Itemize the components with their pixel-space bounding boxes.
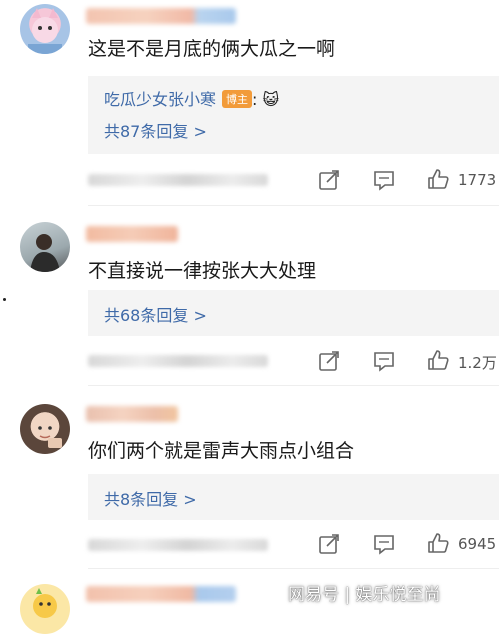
divider: [88, 205, 499, 206]
comment-text: 这是不是月底的俩大瓜之一啊: [88, 38, 336, 60]
watermark: 网易号 | 娱乐悦至尚: [288, 585, 441, 605]
reply-box[interactable]: 吃瓜少女张小寒 博主: 😺 共87条回复 >: [88, 76, 499, 154]
share-icon[interactable]: [318, 169, 340, 191]
divider: [88, 385, 499, 386]
sub-reply-content: : 😺: [252, 90, 280, 109]
avatar-image-icon: [33, 588, 57, 618]
reply-box[interactable]: 共68条回复 >: [88, 290, 499, 336]
reply-count-link[interactable]: 共8条回复 >: [104, 486, 197, 510]
divider: [88, 568, 499, 569]
comment-text: 不直接说一律按张大大处理: [88, 260, 317, 282]
timestamp-location-blurred: [88, 539, 268, 551]
like-icon[interactable]: [427, 532, 449, 554]
reply-box[interactable]: 共8条回复 >: [88, 474, 499, 520]
sub-reply-username[interactable]: 吃瓜少女张小寒: [104, 90, 216, 109]
sub-reply: 吃瓜少女张小寒 博主: 😺: [104, 86, 279, 110]
timestamp-location-blurred: [88, 174, 268, 186]
username-blurred: [86, 586, 236, 602]
stray-dot: [3, 298, 6, 301]
avatar[interactable]: [20, 404, 70, 454]
comment-icon[interactable]: [373, 169, 395, 191]
reply-count-link[interactable]: 共87条回复 >: [104, 118, 207, 142]
avatar-image-icon: [28, 8, 62, 54]
username-blurred: [86, 226, 178, 242]
comment-icon[interactable]: [373, 533, 395, 555]
avatar[interactable]: [20, 222, 70, 272]
avatar-image-icon: [38, 426, 62, 448]
author-badge: 博主: [222, 90, 253, 108]
like-icon[interactable]: [427, 168, 449, 190]
comment-text: 你们两个就是雷声大雨点小组合: [88, 440, 355, 462]
like-count: 1773: [458, 171, 497, 189]
timestamp-location-blurred: [88, 355, 268, 367]
avatar[interactable]: [20, 584, 70, 634]
comment-icon[interactable]: [373, 350, 395, 372]
like-icon[interactable]: [427, 349, 449, 371]
avatar-image-icon: [30, 234, 60, 272]
like-count: 6945: [458, 535, 497, 553]
like-count: 1.2万: [458, 354, 497, 372]
username-blurred: [86, 8, 236, 24]
reply-count-link[interactable]: 共68条回复 >: [104, 302, 207, 326]
share-icon[interactable]: [318, 533, 340, 555]
username-blurred: [86, 406, 178, 422]
share-icon[interactable]: [318, 350, 340, 372]
avatar[interactable]: [20, 4, 70, 54]
